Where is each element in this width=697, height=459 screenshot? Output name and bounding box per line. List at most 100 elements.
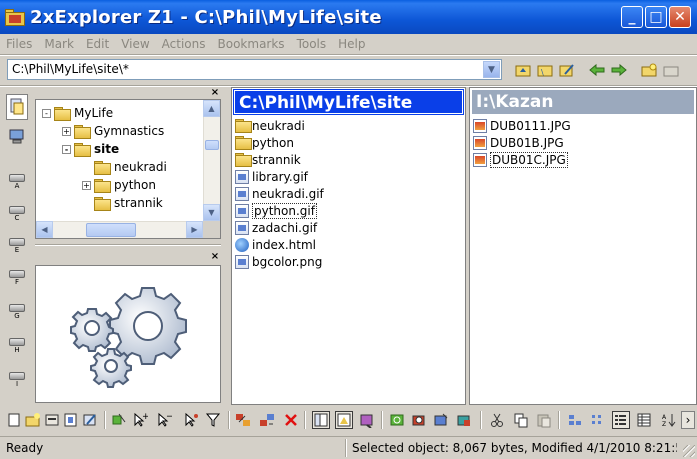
- tree-node-neukradi[interactable]: neukradi: [94, 158, 167, 176]
- title-bar[interactable]: 2xExplorer Z1 - C:\Phil\MyLife\site _ □ …: [0, 0, 697, 34]
- disconnect-drive-icon[interactable]: [455, 411, 473, 429]
- list-item[interactable]: bgcolor.png: [235, 254, 322, 270]
- minimize-button[interactable]: _: [621, 6, 643, 28]
- maximize-button[interactable]: □: [645, 6, 667, 28]
- tree-expander[interactable]: +: [82, 180, 91, 190]
- right-pane-header[interactable]: I:\Kazan: [472, 90, 694, 114]
- menu-mark[interactable]: Mark: [44, 37, 74, 51]
- tree-node-gymnastics[interactable]: + Gymnastics: [62, 122, 164, 140]
- close-button[interactable]: ✕: [669, 6, 691, 28]
- menu-edit[interactable]: Edit: [86, 37, 109, 51]
- cut-icon[interactable]: [488, 411, 506, 429]
- left-pane-header[interactable]: C:\Phil\MyLife\site: [233, 89, 464, 115]
- filter-icon[interactable]: [204, 411, 222, 429]
- tree-vertical-scrollbar[interactable]: ▲ ▼: [203, 100, 220, 221]
- move-files-icon[interactable]: [258, 411, 276, 429]
- forward-arrow-icon[interactable]: [610, 62, 628, 78]
- tree-view-toggle-button[interactable]: [6, 94, 28, 120]
- invert-mark-icon[interactable]: [182, 411, 200, 429]
- tree-expander[interactable]: -: [42, 108, 51, 118]
- list-item[interactable]: zadachi.gif: [235, 220, 317, 236]
- folder-icon: [94, 161, 111, 175]
- status-selection-info: Selected object: 8,067 bytes, Modified 4…: [352, 441, 677, 455]
- drive-c-button[interactable]: C: [6, 206, 28, 222]
- paste-icon[interactable]: [535, 411, 553, 429]
- mark-plus-icon[interactable]: +: [131, 411, 149, 429]
- scroll-thumb[interactable]: [205, 140, 219, 150]
- network-view-button[interactable]: [6, 126, 28, 148]
- parent-folder-icon[interactable]: [514, 62, 532, 78]
- panel-splitter[interactable]: [35, 244, 221, 246]
- copy-files-icon[interactable]: [234, 411, 252, 429]
- resize-grip[interactable]: [683, 445, 695, 457]
- menu-help[interactable]: Help: [338, 37, 365, 51]
- menu-tools[interactable]: Tools: [297, 37, 327, 51]
- list-item[interactable]: neukradi: [235, 118, 305, 134]
- menu-bookmarks[interactable]: Bookmarks: [218, 37, 285, 51]
- scroll-left-button[interactable]: ◀: [36, 221, 53, 238]
- preview-close-button[interactable]: ×: [209, 252, 221, 263]
- menu-actions[interactable]: Actions: [162, 37, 206, 51]
- status-text: Ready: [6, 441, 44, 455]
- drive-e-button[interactable]: E: [6, 238, 28, 254]
- menu-files[interactable]: Files: [6, 37, 32, 51]
- properties-icon[interactable]: [43, 411, 61, 429]
- list-item[interactable]: DUB01C.JPG: [473, 152, 568, 168]
- new-folder-icon[interactable]: [640, 62, 658, 78]
- tree-node-strannik[interactable]: strannik: [94, 194, 163, 212]
- left-file-pane[interactable]: C:\Phil\MyLife\site neukradi python stra…: [231, 87, 466, 405]
- right-file-pane[interactable]: I:\Kazan DUB0111.JPG DUB01B.JPG DUB01C.J…: [469, 87, 697, 405]
- scroll-right-button[interactable]: ▶: [186, 221, 203, 238]
- delete-icon[interactable]: [282, 411, 300, 429]
- scroll-up-button[interactable]: ▲: [203, 100, 220, 117]
- tree-expander[interactable]: +: [62, 126, 71, 136]
- path-input[interactable]: C:\Phil\MyLife\site\*: [7, 59, 502, 80]
- map-drive-icon[interactable]: [432, 411, 450, 429]
- mark-minus-icon[interactable]: −: [155, 411, 173, 429]
- drive-h-button[interactable]: H: [6, 338, 28, 354]
- back-arrow-icon[interactable]: [588, 62, 606, 78]
- sort-icon[interactable]: AZ: [660, 411, 678, 429]
- preview-pane-toggle-icon[interactable]: [335, 411, 353, 429]
- quick-view-icon[interactable]: [358, 411, 376, 429]
- path-dropdown-button[interactable]: ▼: [483, 61, 500, 78]
- tree-node-python[interactable]: + python: [82, 176, 156, 194]
- list-item[interactable]: strannik: [235, 152, 301, 168]
- details-view-icon[interactable]: [635, 411, 653, 429]
- edit-path-icon[interactable]: [558, 62, 576, 78]
- tree-node-mylife[interactable]: - MyLife: [42, 104, 113, 122]
- list-item[interactable]: library.gif: [235, 169, 308, 185]
- scroll-down-button[interactable]: ▼: [203, 204, 220, 221]
- rename-icon[interactable]: [81, 411, 99, 429]
- root-folder-icon[interactable]: \: [536, 62, 554, 78]
- tree-close-button[interactable]: ×: [209, 88, 221, 99]
- tree-node-site[interactable]: - site: [62, 140, 119, 158]
- file-info-icon[interactable]: [62, 411, 80, 429]
- toolbar-chevron-icon[interactable]: ›: [681, 411, 695, 429]
- mark-all-icon[interactable]: [110, 411, 128, 429]
- list-item[interactable]: index.html: [235, 237, 316, 253]
- tree-expander[interactable]: -: [62, 144, 71, 154]
- drive-a-button[interactable]: A: [6, 174, 28, 190]
- list-item[interactable]: python.gif: [235, 203, 317, 219]
- menu-view[interactable]: View: [121, 37, 149, 51]
- list-view-icon[interactable]: [612, 411, 630, 429]
- drive-i-button[interactable]: I: [6, 372, 28, 388]
- tree-pane-toggle-icon[interactable]: [312, 411, 330, 429]
- list-item[interactable]: DUB01B.JPG: [473, 135, 564, 151]
- new-folder-icon[interactable]: [24, 411, 42, 429]
- refresh-icon[interactable]: [388, 411, 406, 429]
- drive-f-button[interactable]: F: [6, 270, 28, 286]
- search-icon[interactable]: [410, 411, 428, 429]
- list-item[interactable]: neukradi.gif: [235, 186, 324, 202]
- scroll-thumb[interactable]: [86, 223, 136, 237]
- large-icons-view-icon[interactable]: [566, 411, 584, 429]
- small-icons-view-icon[interactable]: [589, 411, 607, 429]
- folder-options-icon[interactable]: [662, 62, 680, 78]
- copy-icon[interactable]: [512, 411, 530, 429]
- new-file-icon[interactable]: [5, 411, 23, 429]
- tree-horizontal-scrollbar[interactable]: ◀ ▶: [36, 221, 203, 238]
- drive-g-button[interactable]: G: [6, 304, 28, 320]
- list-item[interactable]: python: [235, 135, 294, 151]
- list-item[interactable]: DUB0111.JPG: [473, 118, 571, 134]
